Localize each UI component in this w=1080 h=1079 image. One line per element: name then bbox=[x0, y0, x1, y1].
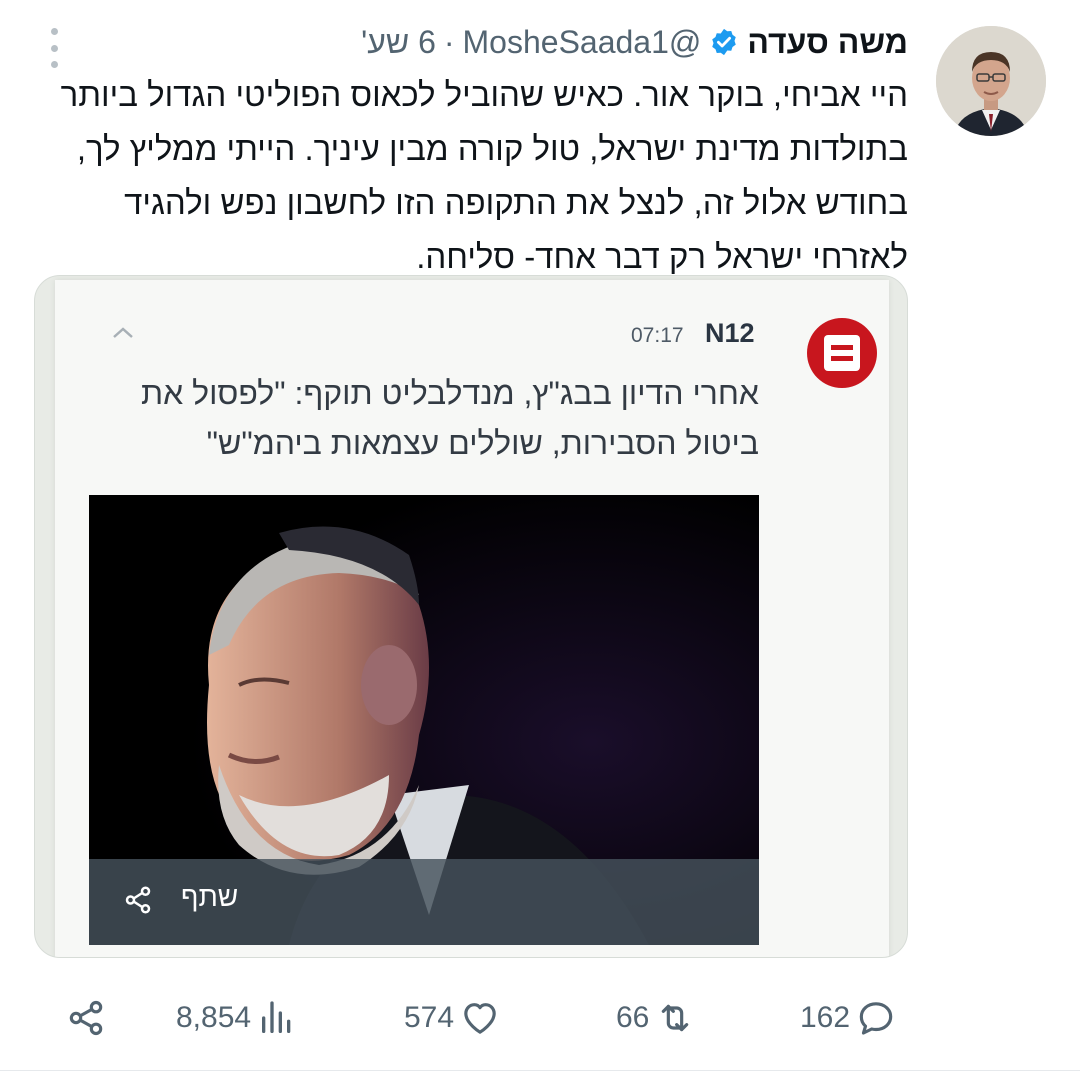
like-button[interactable]: 574 bbox=[404, 990, 500, 1046]
tweet-text-line: בתולדות מדינת ישראל, טול קורה מבין עיניך… bbox=[76, 130, 908, 167]
action-bar: 162 66 574 8,854 bbox=[0, 990, 1080, 1046]
headline-line: ביטול הסבירות, שוללים עצמאות ביהמ"ש" bbox=[206, 425, 759, 461]
tweet-text-line: בחודש אלול זה, לנצל את התקופה הזו לחשבון… bbox=[124, 184, 908, 221]
tweet-text-line: היי אביחי, בוקר אור. כאיש שהוביל לכאוס ה… bbox=[60, 76, 908, 113]
reply-button[interactable]: 162 bbox=[800, 990, 896, 1046]
retweet-button[interactable]: 66 bbox=[616, 990, 695, 1046]
headline-line: אחרי הדיון בבג"ץ, מנדלבליט תוקף: "לפסול … bbox=[141, 375, 759, 411]
collapse-up-icon bbox=[113, 327, 133, 338]
separator-dot: · bbox=[443, 23, 455, 60]
divider bbox=[0, 1070, 1080, 1071]
tweet-header: משה סעדה @MosheSaada1 · 6 שע' bbox=[208, 22, 908, 62]
share-bar: שתף bbox=[89, 859, 759, 945]
news-screenshot: N12 07:17 אחרי הדיון בבג"ץ, מנדלבליט תוק… bbox=[55, 280, 889, 957]
news-photo: שתף bbox=[89, 495, 759, 945]
share-tweet-icon bbox=[69, 1000, 103, 1036]
source-logo-icon bbox=[807, 318, 877, 388]
views-button[interactable]: 8,854 bbox=[176, 990, 297, 1046]
source-name: N12 bbox=[705, 318, 755, 348]
views-count: 8,854 bbox=[176, 1001, 252, 1034]
like-icon bbox=[464, 1003, 496, 1034]
source-time: 07:17 bbox=[631, 324, 684, 347]
avatar[interactable] bbox=[936, 26, 1046, 136]
author-handle[interactable]: @MosheSaada1 bbox=[463, 24, 702, 61]
media-card[interactable]: N12 07:17 אחרי הדיון בבג"ץ, מנדלבליט תוק… bbox=[34, 275, 908, 958]
tweet-text: היי אביחי, בוקר אור. כאיש שהוביל לכאוס ה… bbox=[48, 68, 908, 284]
tweet-time[interactable]: 6 שע' bbox=[361, 24, 436, 61]
verified-badge-icon bbox=[712, 28, 737, 56]
share-label: שתף bbox=[181, 881, 239, 912]
author-name[interactable]: משה סעדה bbox=[747, 24, 908, 61]
retweet-icon bbox=[662, 1004, 689, 1032]
reply-count: 162 bbox=[800, 1001, 851, 1034]
share-tweet-button[interactable] bbox=[66, 990, 106, 1046]
reply-icon bbox=[859, 1002, 893, 1035]
avatar-image bbox=[936, 26, 1046, 136]
retweet-count: 66 bbox=[616, 1001, 650, 1034]
more-icon[interactable] bbox=[42, 28, 66, 68]
views-icon bbox=[262, 1001, 291, 1033]
like-count: 574 bbox=[404, 1001, 455, 1034]
news-headline: אחרי הדיון בבג"ץ, מנדלבליט תוקף: "לפסול … bbox=[99, 368, 759, 468]
share-icon bbox=[125, 886, 151, 914]
